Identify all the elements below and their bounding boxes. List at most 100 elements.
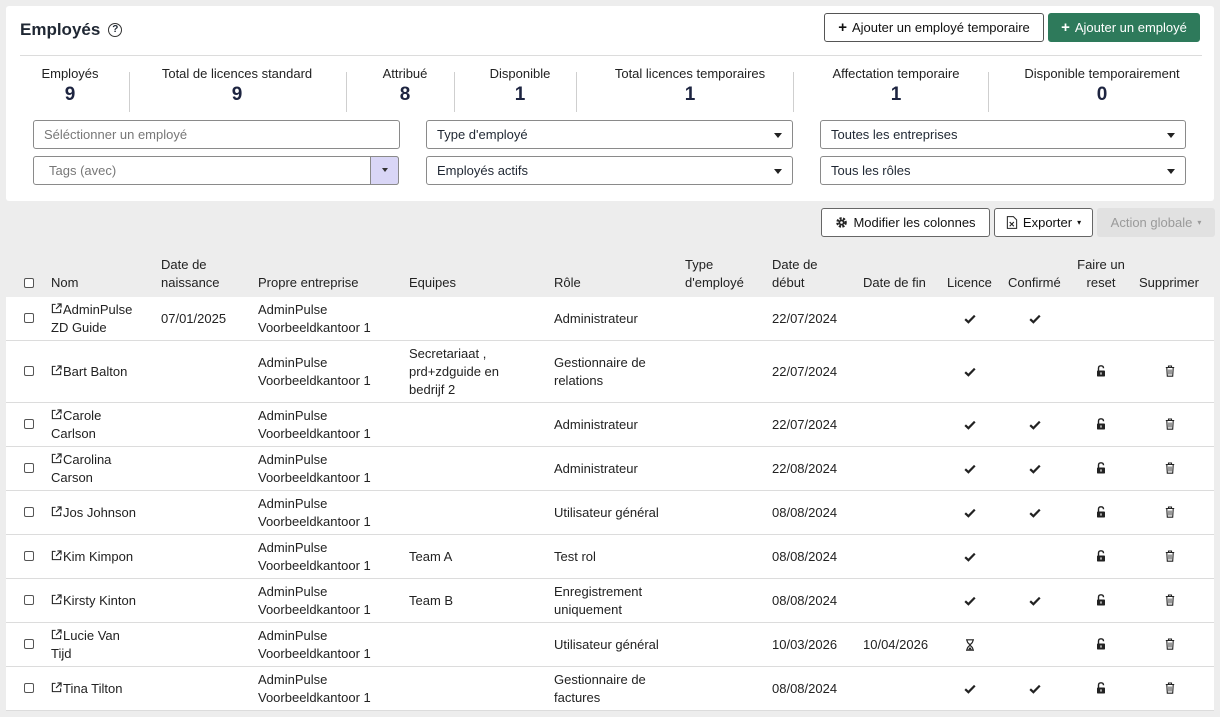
employee-name-link[interactable]: Carole Carlson <box>51 407 101 443</box>
col-end-date[interactable]: Date de fin <box>863 274 926 292</box>
check-icon <box>1029 419 1041 433</box>
question-circle-icon[interactable]: ? <box>108 23 123 37</box>
add-temporary-employee-button[interactable]: + Ajouter un employé temporaire <box>824 13 1044 42</box>
employee-name-link[interactable]: Carolina Carson <box>51 451 111 487</box>
unlock-icon[interactable] <box>1096 638 1106 653</box>
col-birth[interactable]: Date de naissance <box>161 256 220 292</box>
employee-name-line2: ZD Guide <box>51 320 107 335</box>
employee-name-link[interactable]: Lucie Van Tijd <box>51 627 120 663</box>
col-license[interactable]: Licence <box>947 274 992 292</box>
col-reset[interactable]: Faire un reset <box>1071 256 1131 292</box>
col-start-date[interactable]: Date de début <box>772 256 818 292</box>
trash-icon[interactable] <box>1165 506 1175 521</box>
trash-icon[interactable] <box>1165 418 1175 433</box>
employee-name-link[interactable]: AdminPulse ZD Guide <box>51 301 132 337</box>
stat-label: Attribué <box>382 66 428 81</box>
global-action-button[interactable]: Action globale ▾ <box>1097 208 1215 237</box>
add-employee-button[interactable]: + Ajouter un employé <box>1048 13 1200 42</box>
excel-file-icon <box>1006 216 1018 229</box>
col-name[interactable]: Nom <box>51 274 78 292</box>
add-employee-label: Ajouter un employé <box>1074 20 1187 35</box>
trash-icon[interactable] <box>1165 638 1175 653</box>
role-line1: Administrateur <box>554 461 638 476</box>
employee-name-line1: Carole <box>51 407 101 425</box>
check-icon <box>964 551 976 565</box>
unlock-icon[interactable] <box>1096 506 1106 521</box>
unlock-icon[interactable] <box>1096 594 1106 609</box>
tags-dropdown-toggle[interactable] <box>370 156 399 185</box>
check-icon <box>1029 595 1041 609</box>
trash-icon[interactable] <box>1165 594 1175 609</box>
row-checkbox[interactable] <box>24 313 34 323</box>
col-birth-line2: naissance <box>161 275 220 290</box>
external-link-icon <box>51 548 62 561</box>
trash-icon[interactable] <box>1165 550 1175 565</box>
stat-label: Total de licences standard <box>161 66 313 81</box>
select-all-checkbox[interactable] <box>24 278 34 288</box>
employee-name-text: Carole <box>63 408 102 423</box>
col-company[interactable]: Propre entreprise <box>258 274 358 292</box>
col-birth-line1: Date de <box>161 257 207 272</box>
stat-value: 8 <box>399 84 411 105</box>
employee-name-link[interactable]: Kim Kimpon <box>51 548 133 566</box>
col-teams[interactable]: Equipes <box>409 274 456 292</box>
col-confirmed[interactable]: Confirmé <box>1008 274 1061 292</box>
company-line2: Voorbeeldkantoor 1 <box>258 426 371 441</box>
tags-input[interactable]: Tags (avec) <box>33 156 399 185</box>
table-row: AdminPulse ZD Guide 07/01/2025 AdminPulse Vo… <box>6 297 1214 341</box>
employee-name-link[interactable]: Jos Johnson <box>51 504 136 522</box>
company-select[interactable]: Toutes les entreprises <box>820 120 1186 149</box>
employee-name-line1: Carolina <box>51 451 111 469</box>
unlock-icon[interactable] <box>1096 365 1106 380</box>
role-line2: factures <box>554 690 601 705</box>
roles-select[interactable]: Tous les rôles <box>820 156 1186 185</box>
company-line2: Voorbeeldkantoor 1 <box>258 320 371 335</box>
stat-value: 9 <box>64 84 76 105</box>
edit-columns-button[interactable]: Modifier les colonnes <box>821 208 990 237</box>
role-line2: relations <box>554 373 604 388</box>
trash-icon[interactable] <box>1165 462 1175 477</box>
stats-bar: Employés 9 Total de licences standard 9 … <box>20 66 1202 112</box>
row-checkbox[interactable] <box>24 507 34 517</box>
plus-icon: + <box>838 19 847 36</box>
check-icon <box>964 683 976 697</box>
employee-type-select[interactable]: Type d'employé <box>426 120 793 149</box>
role-line1: Utilisateur général <box>554 505 659 520</box>
employee-type-value: Type d'employé <box>437 127 528 142</box>
unlock-icon[interactable] <box>1096 682 1106 697</box>
row-checkbox[interactable] <box>24 595 34 605</box>
row-checkbox[interactable] <box>24 463 34 473</box>
company-line2: Voorbeeldkantoor 1 <box>258 470 371 485</box>
team-line: bedrijf 2 <box>409 382 456 397</box>
row-checkbox[interactable] <box>24 419 34 429</box>
employee-name-link[interactable]: Bart Balton <box>51 363 127 381</box>
company-line1: AdminPulse <box>258 584 328 599</box>
employee-name-link[interactable]: Kirsty Kinton <box>51 592 136 610</box>
gear-icon <box>836 217 848 228</box>
trash-icon[interactable] <box>1165 682 1175 697</box>
stat-standard-licenses: Total de licences standard 9 <box>138 66 336 112</box>
unlock-icon[interactable] <box>1096 550 1106 565</box>
active-employees-select[interactable]: Employés actifs <box>426 156 793 185</box>
caret-down-icon: ▾ <box>1197 218 1202 227</box>
check-icon <box>964 595 976 609</box>
trash-icon[interactable] <box>1165 365 1175 380</box>
employee-name-line1: Bart Balton <box>51 363 127 381</box>
row-checkbox[interactable] <box>24 366 34 376</box>
col-role[interactable]: Rôle <box>554 274 581 292</box>
col-delete[interactable]: Supprimer <box>1139 274 1199 292</box>
role-cell: Utilisateur général <box>554 636 659 654</box>
company-line2: Voorbeeldkantoor 1 <box>258 690 371 705</box>
employee-name-link[interactable]: Tina Tilton <box>51 680 123 698</box>
unlock-icon[interactable] <box>1096 418 1106 433</box>
start-date: 22/07/2024 <box>772 311 838 326</box>
row-checkbox[interactable] <box>24 683 34 693</box>
unlock-icon[interactable] <box>1096 462 1106 477</box>
employee-select[interactable]: Séléctionner un employé <box>33 120 400 149</box>
col-employee-type[interactable]: Type d'employé <box>685 256 744 292</box>
stat-label: Affectation temporaire <box>832 66 960 81</box>
export-button[interactable]: Exporter ▾ <box>994 208 1093 237</box>
company-line1: AdminPulse <box>258 496 328 511</box>
row-checkbox[interactable] <box>24 639 34 649</box>
row-checkbox[interactable] <box>24 551 34 561</box>
